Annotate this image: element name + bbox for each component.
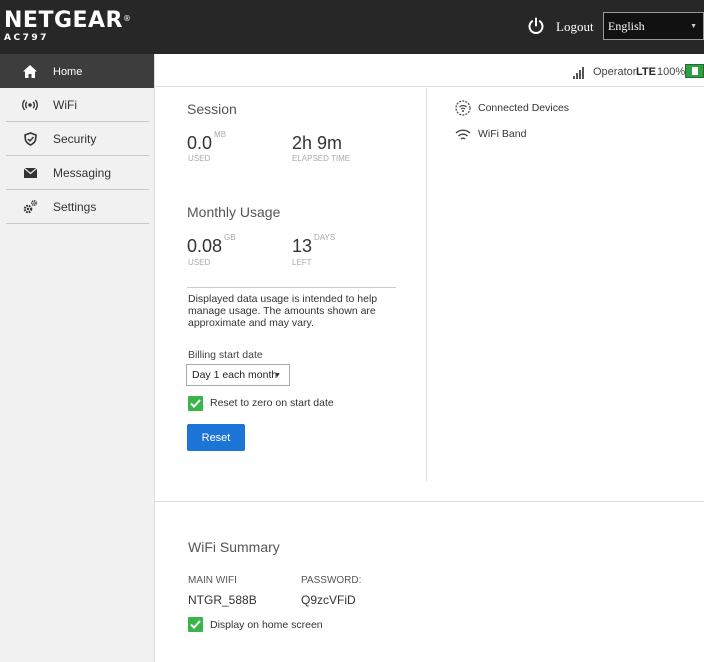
session-used-label: USED	[188, 154, 211, 163]
sidebar-item-label: Home	[53, 66, 83, 78]
battery-percent: 100%	[657, 66, 686, 78]
checkmark-icon	[190, 399, 201, 408]
usage-disclaimer: Displayed data usage is intended to help…	[188, 293, 378, 329]
sidebar-item-home[interactable]: Home	[0, 54, 154, 88]
sidebar-item-wifi[interactable]: WiFi	[6, 88, 149, 122]
main-wifi-value: NTGR_588B	[188, 593, 257, 607]
checkmark-icon	[190, 620, 201, 629]
password-value: Q9zcVFiD	[301, 593, 356, 607]
sidebar-item-label: Messaging	[53, 166, 112, 180]
wifi-icon[interactable]	[455, 127, 471, 143]
monthly-used-value: 0.08 GB	[187, 233, 236, 256]
column-divider	[426, 88, 427, 481]
wifi-broadcast-icon	[22, 97, 38, 113]
signal-strength-icon	[573, 66, 584, 79]
divider	[187, 287, 396, 288]
power-icon[interactable]	[527, 17, 545, 35]
sidebar-item-label: Security	[53, 132, 97, 146]
network-type: LTE	[636, 66, 656, 78]
session-elapsed-value: 2h 9m	[292, 133, 343, 153]
gears-icon	[22, 199, 38, 215]
connected-devices-link[interactable]: Connected Devices	[478, 102, 569, 114]
session-used-unit: MB	[214, 130, 227, 139]
model-name: AC797	[4, 33, 49, 43]
reset-on-start-checkbox[interactable]	[188, 396, 203, 411]
session-elapsed-label: ELAPSED TIME	[292, 154, 351, 163]
monthly-used-unit: GB	[224, 233, 236, 242]
display-on-home-checkbox[interactable]	[188, 617, 203, 632]
days-left-unit: DAYS	[314, 233, 336, 242]
brand-name: NETGEAR	[4, 8, 123, 33]
connected-devices-icon[interactable]	[455, 100, 471, 116]
monthly-used-label: USED	[188, 258, 211, 267]
top-bar: NETGEAR® AC797 Logout English ▼	[0, 0, 704, 54]
chevron-down-icon: ▼	[690, 22, 697, 30]
sidebar-item-label: WiFi	[53, 98, 77, 112]
session-title: Session	[187, 101, 237, 117]
reset-on-start-label: Reset to zero on start date	[210, 397, 334, 409]
sidebar-item-label: Settings	[53, 200, 97, 214]
sidebar-item-security[interactable]: Security	[6, 122, 149, 156]
section-divider	[155, 501, 704, 502]
billing-start-label: Billing start date	[188, 349, 263, 361]
netgear-logo: NETGEAR® AC797	[4, 8, 132, 44]
status-bar: Operator LTE 100%	[155, 54, 704, 87]
envelope-icon	[22, 165, 38, 181]
days-left-label: LEFT	[292, 258, 312, 267]
sidebar: Home WiFi Security Messaging Settings	[0, 54, 155, 662]
language-select[interactable]: English ▼	[603, 12, 704, 40]
display-on-home-label: Display on home screen	[210, 619, 323, 631]
shield-icon	[22, 131, 38, 147]
monthly-usage-title: Monthly Usage	[187, 204, 281, 220]
password-label: PASSWORD:	[301, 575, 362, 586]
session-used-value: 0.0 MB	[187, 130, 227, 153]
logout-link[interactable]: Logout	[556, 19, 594, 35]
language-select-value: English	[608, 19, 645, 33]
billing-start-value: Day 1 each month	[192, 369, 278, 381]
sidebar-item-messaging[interactable]: Messaging	[6, 156, 149, 190]
wifi-band-link[interactable]: WiFi Band	[478, 128, 526, 140]
battery-icon	[685, 64, 704, 78]
billing-start-select[interactable]: Day 1 each month ▼	[186, 364, 290, 386]
operator-name: Operator	[593, 66, 637, 78]
wifi-summary-title: WiFi Summary	[188, 539, 280, 555]
brand-registered-mark: ®	[123, 14, 132, 23]
reset-button[interactable]: Reset	[187, 424, 245, 451]
home-icon	[22, 63, 38, 79]
main-wifi-label: MAIN WIFI	[188, 575, 237, 586]
chevron-down-icon: ▼	[274, 372, 281, 379]
sidebar-item-settings[interactable]: Settings	[6, 190, 149, 224]
days-left-value: 13 DAYS	[292, 233, 336, 256]
